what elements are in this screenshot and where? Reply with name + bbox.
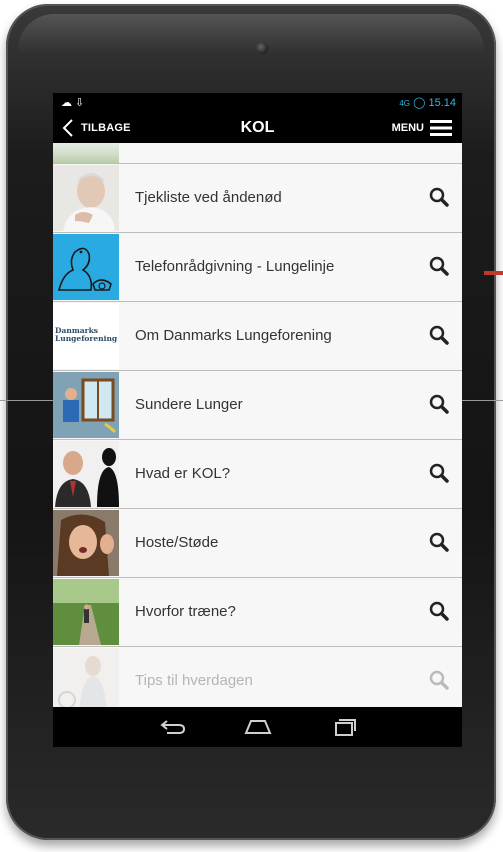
search-icon[interactable]: [428, 669, 450, 691]
list-item-label: Telefonrådgivning - Lungelinje: [135, 258, 335, 275]
park-path-thumbnail: [53, 579, 119, 645]
list-item[interactable]: Hoste/Støde: [53, 509, 462, 578]
search-icon[interactable]: [428, 324, 450, 346]
signal-icon: 4G: [399, 99, 411, 108]
phone-drawing-thumbnail: [53, 234, 119, 300]
bezel-highlight: [18, 14, 484, 54]
recent-apps-icon[interactable]: [329, 715, 359, 739]
woman-photo-thumbnail: [53, 648, 119, 707]
divider: [462, 400, 503, 401]
camera-icon: [256, 42, 268, 54]
window-illustration-thumbnail: [53, 372, 119, 438]
menu-label: MENU: [391, 122, 424, 134]
menu-button[interactable]: MENU: [392, 117, 452, 139]
topic-list: Tjekliste ved åndenød Telefonrådgivning …: [53, 143, 462, 707]
list-item-label: Tips til hverdagen: [135, 672, 253, 689]
list-item-label: Hvorfor træne?: [135, 603, 236, 620]
search-icon[interactable]: [428, 531, 450, 553]
clock: 15.14: [428, 97, 456, 109]
list-item[interactable]: Hvad er KOL?: [53, 440, 462, 509]
list-item-label: Hvad er KOL?: [135, 465, 231, 482]
list-item[interactable]: Danmarks Lungeforening Om Danmarks Lunge…: [53, 302, 462, 371]
list-item[interactable]: Sundere Lunger: [53, 371, 462, 440]
search-icon[interactable]: [428, 255, 450, 277]
list-item-partial[interactable]: [53, 143, 462, 164]
list-item[interactable]: Hvorfor træne?: [53, 578, 462, 647]
search-icon[interactable]: [428, 393, 450, 415]
search-icon[interactable]: [428, 462, 450, 484]
thumbnail: [53, 143, 119, 163]
alarm-icon: ◯: [413, 97, 426, 109]
notification-icons: ☁ ⇩: [61, 97, 85, 109]
home-nav-icon[interactable]: [243, 715, 273, 739]
list-item-label: Hoste/Støde: [135, 534, 219, 551]
back-nav-icon[interactable]: [157, 715, 187, 739]
men-photo-thumbnail: [53, 441, 119, 507]
action-bar: TILBAGE KOL MENU: [53, 113, 462, 143]
divider: [0, 400, 60, 401]
list-item[interactable]: Tips til hverdagen: [53, 647, 462, 707]
list-item-label: Tjekliste ved åndenød: [135, 189, 282, 206]
app-screen: ☁ ⇩ 4G ◯ 15.14 TILBAGE KOL MENU Tjeklist…: [53, 93, 462, 747]
hamburger-icon: [430, 120, 452, 136]
elderly-man-thumbnail: [53, 165, 119, 231]
back-label: TILBAGE: [81, 122, 131, 134]
coughing-woman-thumbnail: [53, 510, 119, 576]
list-item[interactable]: Telefonrådgivning - Lungelinje: [53, 233, 462, 302]
list-item[interactable]: Tjekliste ved åndenød: [53, 164, 462, 233]
list-item-label: Om Danmarks Lungeforening: [135, 327, 332, 344]
search-icon[interactable]: [428, 600, 450, 622]
back-button[interactable]: TILBAGE: [61, 117, 131, 139]
logo-text: Danmarks Lungeforening: [55, 326, 118, 343]
red-marker: [484, 271, 503, 275]
lungeforening-logo-thumbnail: Danmarks Lungeforening: [53, 303, 119, 369]
search-icon[interactable]: [428, 186, 450, 208]
chevron-left-icon: [62, 119, 73, 137]
list-item-label: Sundere Lunger: [135, 396, 243, 413]
status-right: 4G ◯ 15.14: [399, 96, 456, 109]
status-bar: ☁ ⇩ 4G ◯ 15.14: [53, 93, 462, 113]
navigation-bar: [53, 707, 462, 747]
